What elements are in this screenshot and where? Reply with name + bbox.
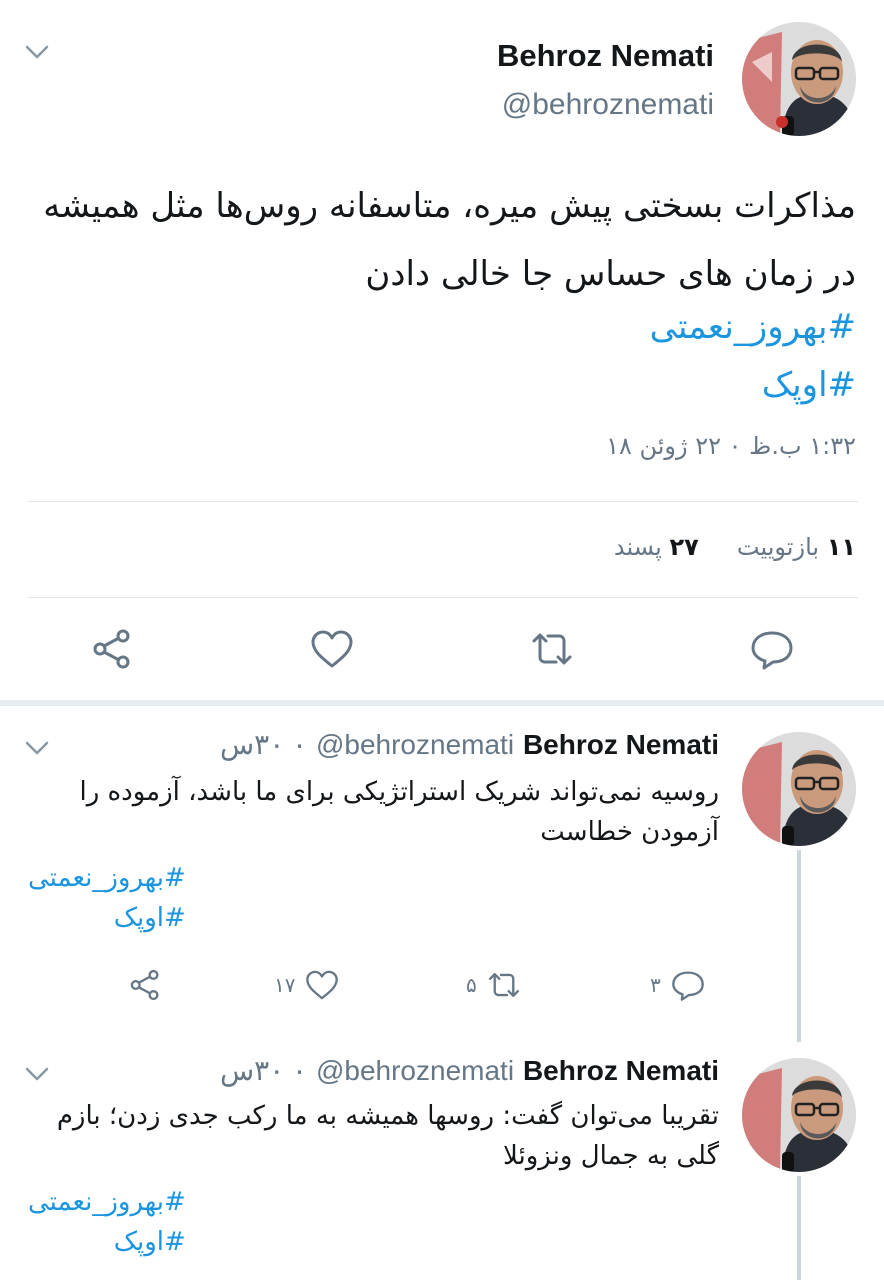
- reply-icon: [671, 971, 704, 1001]
- chevron-down-icon[interactable]: [24, 44, 50, 60]
- retweet-count: ۵: [466, 973, 477, 997]
- like-count: ۱۷: [274, 973, 296, 997]
- likes-count: ۲۷: [669, 533, 699, 561]
- retweets-count: ۱۱: [826, 533, 856, 561]
- author-handle[interactable]: @behroznemati: [502, 88, 714, 122]
- main-tweet: Behroz Nemati @behroznemati مذاکرات بسخت…: [0, 0, 884, 700]
- divider: [28, 597, 858, 598]
- like-action[interactable]: ۱۷: [274, 968, 339, 1002]
- hashtag-list: #بهروز_نعمتی #اوپک: [650, 298, 856, 414]
- author-handle[interactable]: @behroznemati: [316, 729, 514, 760]
- author-name[interactable]: Behroz Nemati: [523, 729, 719, 760]
- tweet-timestamp: ۱:۳۲ ب.ظ ۰ ۲۲ ژوئن ۱۸: [606, 432, 856, 460]
- hashtag-list: #بهروز_نعمتی #اوپک: [28, 1182, 186, 1262]
- reply-time: ۰ ۳۰س: [219, 1055, 308, 1086]
- avatar[interactable]: [742, 1058, 856, 1172]
- chevron-down-icon[interactable]: [24, 1066, 50, 1082]
- likes-label: پسند: [613, 533, 662, 561]
- reply-icon[interactable]: [750, 627, 794, 671]
- reply-tweet[interactable]: ۰ ۳۰س @behroznemati Behroz Nemati تقریبا…: [0, 1036, 884, 1280]
- retweets-label: بازتوییت: [736, 533, 820, 561]
- heart-icon[interactable]: [310, 627, 354, 671]
- retweet-icon: [488, 973, 519, 997]
- hashtag-link[interactable]: #اوپک: [28, 1222, 186, 1262]
- hashtag-list: #بهروز_نعمتی #اوپک: [28, 858, 186, 938]
- likes-stat[interactable]: ۲۷ پسند: [614, 533, 699, 561]
- tweet-stats: ۱۱ بازتوییت ۲۷ پسند: [614, 533, 856, 561]
- reply-header: ۰ ۳۰س @behroznemati Behroz Nemati: [220, 1054, 719, 1087]
- author-name[interactable]: Behroz Nemati: [497, 38, 714, 74]
- share-icon: [130, 969, 159, 1001]
- reply-text: تقریبا می‌توان گفت: روسها همیشه به ما رک…: [56, 1101, 719, 1171]
- hashtag-link[interactable]: #بهروز_نعمتی: [650, 298, 856, 356]
- tweet-text: مذاکرات بسختی پیش میره، متاسفانه روس‌ها …: [43, 186, 856, 294]
- chevron-down-icon[interactable]: [24, 740, 50, 756]
- reply-tweet[interactable]: ۰ ۳۰س @behroznemati Behroz Nemati روسیه …: [0, 706, 884, 1036]
- reply-count: ۳: [650, 973, 661, 997]
- avatar[interactable]: [742, 732, 856, 846]
- divider: [28, 501, 858, 502]
- hashtag-link[interactable]: #بهروز_نعمتی: [28, 1182, 186, 1222]
- retweets-stat[interactable]: ۱۱ بازتوییت: [737, 533, 856, 561]
- heart-icon: [306, 970, 339, 1000]
- hashtag-link[interactable]: #اوپک: [650, 356, 856, 414]
- share-icon[interactable]: [90, 627, 134, 671]
- hashtag-link[interactable]: #اوپک: [28, 898, 186, 938]
- author-name[interactable]: Behroz Nemati: [523, 1055, 719, 1086]
- author-handle[interactable]: @behroznemati: [316, 1055, 514, 1086]
- avatar[interactable]: [742, 22, 856, 136]
- retweet-action[interactable]: ۵: [466, 968, 521, 1002]
- reply-action[interactable]: ۳: [650, 968, 705, 1002]
- share-action[interactable]: [128, 968, 162, 1002]
- reply-header: ۰ ۳۰س @behroznemati Behroz Nemati: [220, 728, 719, 761]
- hashtag-link[interactable]: #بهروز_نعمتی: [28, 858, 186, 898]
- reply-text: روسیه نمی‌تواند شریک استراتژیکی برای ما …: [79, 777, 719, 847]
- reply-time: ۰ ۳۰س: [219, 729, 308, 760]
- retweet-icon[interactable]: [530, 627, 574, 671]
